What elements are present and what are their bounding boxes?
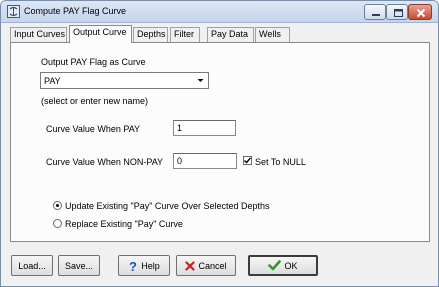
- dialog-window: Compute PAY Flag Curve Input Curves Outp…: [0, 0, 439, 287]
- app-icon: [7, 5, 20, 18]
- svg-text:?: ?: [129, 260, 137, 272]
- set-to-null-label[interactable]: Set To NULL: [255, 157, 306, 167]
- cancel-x-icon: [185, 260, 196, 271]
- radio-selected-dot: [56, 204, 59, 207]
- tab-input-curves[interactable]: Input Curves: [10, 27, 67, 42]
- help-button-label: Help: [141, 260, 160, 271]
- chevron-down-icon[interactable]: [194, 74, 207, 87]
- close-window-button[interactable]: [408, 4, 432, 20]
- radio-update-existing-label[interactable]: Update Existing "Pay" Curve Over Selecte…: [65, 201, 270, 211]
- tab-pay-data[interactable]: Pay Data: [207, 27, 254, 42]
- maximize-icon: [394, 9, 403, 17]
- save-button-label: Save...: [64, 260, 93, 271]
- radio-update-existing[interactable]: [53, 201, 62, 210]
- maximize-button[interactable]: [386, 4, 408, 20]
- tab-strip: Input Curves Output Curve Depths Filter …: [10, 25, 430, 43]
- curve-name-combo[interactable]: PAY: [40, 72, 209, 89]
- curve-name-hint: (select or enter new name): [41, 96, 149, 106]
- cancel-button[interactable]: Cancel: [176, 255, 236, 276]
- radio-replace-existing[interactable]: [53, 219, 62, 228]
- load-button[interactable]: Load...: [11, 255, 53, 276]
- ok-button-label: OK: [284, 260, 298, 271]
- question-mark-icon: ?: [129, 260, 137, 272]
- tab-wells[interactable]: Wells: [255, 27, 290, 42]
- save-button[interactable]: Save...: [58, 255, 100, 276]
- curve-name-value: PAY: [44, 76, 61, 86]
- checkmark-icon: [244, 157, 251, 164]
- ok-button[interactable]: OK: [248, 255, 318, 276]
- tab-filter[interactable]: Filter: [170, 27, 200, 42]
- pay-value-input[interactable]: 1: [173, 120, 236, 136]
- nonpay-value-input[interactable]: 0: [173, 153, 237, 169]
- tab-output-curve[interactable]: Output Curve: [69, 25, 132, 43]
- minimize-button[interactable]: [364, 4, 386, 20]
- checkmark-icon: [268, 260, 282, 271]
- help-button[interactable]: ? Help: [118, 255, 170, 276]
- output-curve-label: Output PAY Flag as Curve: [41, 57, 146, 67]
- close-icon: [416, 8, 426, 18]
- minimize-icon: [372, 14, 380, 16]
- nonpay-value-label: Curve Value When NON-PAY: [46, 157, 164, 167]
- title-bar[interactable]: Compute PAY Flag Curve: [1, 1, 438, 23]
- pay-value-label: Curve Value When PAY: [46, 124, 141, 134]
- cancel-button-label: Cancel: [198, 260, 227, 271]
- window-title: Compute PAY Flag Curve: [24, 6, 127, 16]
- output-curve-panel: Output PAY Flag as Curve PAY (select or …: [10, 42, 430, 242]
- radio-replace-existing-label[interactable]: Replace Existing "Pay" Curve: [65, 219, 183, 229]
- tab-depths[interactable]: Depths: [133, 27, 168, 42]
- load-button-label: Load...: [18, 260, 46, 271]
- set-to-null-checkbox[interactable]: [243, 156, 252, 165]
